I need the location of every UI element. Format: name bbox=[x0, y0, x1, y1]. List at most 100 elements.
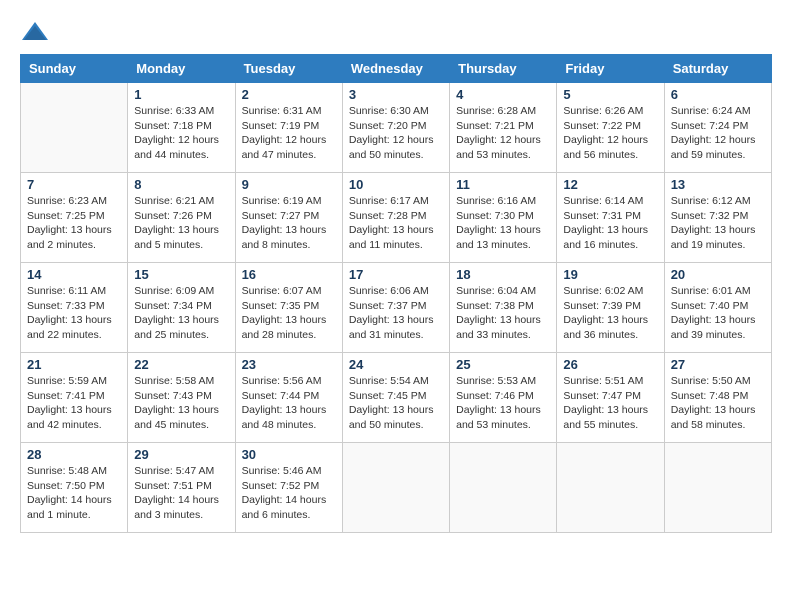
calendar-cell: 1 Sunrise: 6:33 AMSunset: 7:18 PMDaylight… bbox=[128, 83, 235, 173]
calendar-cell: 25Sunrise: 5:53 AMSunset: 7:46 PMDayligh… bbox=[450, 353, 557, 443]
day-number: 11 bbox=[456, 177, 550, 192]
day-info: Sunrise: 6:31 AMSunset: 7:19 PMDaylight:… bbox=[242, 104, 336, 163]
day-number: 4 bbox=[456, 87, 550, 102]
day-number: 14 bbox=[27, 267, 121, 282]
column-header-saturday: Saturday bbox=[664, 55, 771, 83]
day-number: 5 bbox=[563, 87, 657, 102]
logo bbox=[20, 20, 54, 44]
calendar-cell bbox=[557, 443, 664, 533]
day-number: 17 bbox=[349, 267, 443, 282]
day-number: 19 bbox=[563, 267, 657, 282]
calendar-cell: 24 Sunrise: 5:54 AMSunset: 7:45 PMDayligh… bbox=[342, 353, 449, 443]
day-info: Sunrise: 6:17 AMSunset: 7:28 PMDaylight:… bbox=[349, 194, 443, 253]
column-header-tuesday: Tuesday bbox=[235, 55, 342, 83]
day-info: Sunrise: 5:50 AMSunset: 7:48 PMDaylight:… bbox=[671, 374, 765, 433]
day-number: 28 bbox=[27, 447, 121, 462]
calendar-cell: 20 Sunrise: 6:01 AMSunset: 7:40 PMDayligh… bbox=[664, 263, 771, 353]
day-number: 2 bbox=[242, 87, 336, 102]
calendar-header-row: SundayMondayTuesdayWednesdayThursdayFrid… bbox=[21, 55, 772, 83]
day-number: 16 bbox=[242, 267, 336, 282]
day-number: 18 bbox=[456, 267, 550, 282]
day-number: 12 bbox=[563, 177, 657, 192]
calendar-cell: 28 Sunrise: 5:48 AMSunset: 7:50 PMDayligh… bbox=[21, 443, 128, 533]
calendar-cell: 3 Sunrise: 6:30 AMSunset: 7:20 PMDaylight… bbox=[342, 83, 449, 173]
day-info: Sunrise: 6:12 AMSunset: 7:32 PMDaylight:… bbox=[671, 194, 765, 253]
day-info: Sunrise: 6:23 AMSunset: 7:25 PMDaylight:… bbox=[27, 194, 121, 253]
day-info: Sunrise: 5:54 AMSunset: 7:45 PMDaylight:… bbox=[349, 374, 443, 433]
calendar-cell: 26Sunrise: 5:51 AMSunset: 7:47 PMDayligh… bbox=[557, 353, 664, 443]
calendar-cell: 13 Sunrise: 6:12 AMSunset: 7:32 PMDayligh… bbox=[664, 173, 771, 263]
calendar-cell: 5 Sunrise: 6:26 AMSunset: 7:22 PMDaylight… bbox=[557, 83, 664, 173]
calendar-cell: 9 Sunrise: 6:19 AMSunset: 7:27 PMDaylight… bbox=[235, 173, 342, 263]
calendar-cell bbox=[342, 443, 449, 533]
day-number: 8 bbox=[134, 177, 228, 192]
day-number: 3 bbox=[349, 87, 443, 102]
day-number: 26 bbox=[563, 357, 657, 372]
day-number: 30 bbox=[242, 447, 336, 462]
day-info: Sunrise: 5:56 AMSunset: 7:44 PMDaylight:… bbox=[242, 374, 336, 433]
week-row-5: 28 Sunrise: 5:48 AMSunset: 7:50 PMDayligh… bbox=[21, 443, 772, 533]
day-info: Sunrise: 6:33 AMSunset: 7:18 PMDaylight:… bbox=[134, 104, 228, 163]
day-info: Sunrise: 6:28 AMSunset: 7:21 PMDaylight:… bbox=[456, 104, 550, 163]
calendar-cell: 7Sunrise: 6:23 AMSunset: 7:25 PMDaylight… bbox=[21, 173, 128, 263]
day-number: 13 bbox=[671, 177, 765, 192]
day-info: Sunrise: 5:59 AMSunset: 7:41 PMDaylight:… bbox=[27, 374, 121, 433]
calendar-cell: 2 Sunrise: 6:31 AMSunset: 7:19 PMDaylight… bbox=[235, 83, 342, 173]
calendar-cell bbox=[450, 443, 557, 533]
calendar-cell: 19 Sunrise: 6:02 AMSunset: 7:39 PMDayligh… bbox=[557, 263, 664, 353]
day-info: Sunrise: 6:07 AMSunset: 7:35 PMDaylight:… bbox=[242, 284, 336, 343]
calendar-cell: 16 Sunrise: 6:07 AMSunset: 7:35 PMDayligh… bbox=[235, 263, 342, 353]
calendar-cell: 23 Sunrise: 5:56 AMSunset: 7:44 PMDayligh… bbox=[235, 353, 342, 443]
day-number: 21 bbox=[27, 357, 121, 372]
day-info: Sunrise: 6:01 AMSunset: 7:40 PMDaylight:… bbox=[671, 284, 765, 343]
day-info: Sunrise: 5:48 AMSunset: 7:50 PMDaylight:… bbox=[27, 464, 121, 523]
calendar-cell: 11Sunrise: 6:16 AMSunset: 7:30 PMDayligh… bbox=[450, 173, 557, 263]
day-number: 24 bbox=[349, 357, 443, 372]
logo-icon bbox=[20, 20, 50, 44]
calendar-cell: 8 Sunrise: 6:21 AMSunset: 7:26 PMDaylight… bbox=[128, 173, 235, 263]
calendar-cell: 14 Sunrise: 6:11 AMSunset: 7:33 PMDayligh… bbox=[21, 263, 128, 353]
calendar-cell: 22 Sunrise: 5:58 AMSunset: 7:43 PMDayligh… bbox=[128, 353, 235, 443]
page-header bbox=[20, 20, 772, 44]
day-info: Sunrise: 5:47 AMSunset: 7:51 PMDaylight:… bbox=[134, 464, 228, 523]
day-number: 10 bbox=[349, 177, 443, 192]
day-info: Sunrise: 6:30 AMSunset: 7:20 PMDaylight:… bbox=[349, 104, 443, 163]
day-info: Sunrise: 6:11 AMSunset: 7:33 PMDaylight:… bbox=[27, 284, 121, 343]
day-info: Sunrise: 6:19 AMSunset: 7:27 PMDaylight:… bbox=[242, 194, 336, 253]
calendar-cell: 15Sunrise: 6:09 AMSunset: 7:34 PMDayligh… bbox=[128, 263, 235, 353]
calendar-cell: 4 Sunrise: 6:28 AMSunset: 7:21 PMDaylight… bbox=[450, 83, 557, 173]
column-header-thursday: Thursday bbox=[450, 55, 557, 83]
calendar-table: SundayMondayTuesdayWednesdayThursdayFrid… bbox=[20, 54, 772, 533]
day-info: Sunrise: 6:26 AMSunset: 7:22 PMDaylight:… bbox=[563, 104, 657, 163]
day-number: 15 bbox=[134, 267, 228, 282]
day-number: 22 bbox=[134, 357, 228, 372]
day-number: 20 bbox=[671, 267, 765, 282]
day-info: Sunrise: 6:02 AMSunset: 7:39 PMDaylight:… bbox=[563, 284, 657, 343]
day-number: 23 bbox=[242, 357, 336, 372]
column-header-wednesday: Wednesday bbox=[342, 55, 449, 83]
day-number: 25 bbox=[456, 357, 550, 372]
column-header-monday: Monday bbox=[128, 55, 235, 83]
day-info: Sunrise: 5:46 AMSunset: 7:52 PMDaylight:… bbox=[242, 464, 336, 523]
day-info: Sunrise: 5:58 AMSunset: 7:43 PMDaylight:… bbox=[134, 374, 228, 433]
day-info: Sunrise: 6:24 AMSunset: 7:24 PMDaylight:… bbox=[671, 104, 765, 163]
calendar-cell bbox=[21, 83, 128, 173]
day-info: Sunrise: 6:14 AMSunset: 7:31 PMDaylight:… bbox=[563, 194, 657, 253]
calendar-cell: 18 Sunrise: 6:04 AMSunset: 7:38 PMDayligh… bbox=[450, 263, 557, 353]
calendar-cell: 30 Sunrise: 5:46 AMSunset: 7:52 PMDayligh… bbox=[235, 443, 342, 533]
week-row-4: 21 Sunrise: 5:59 AMSunset: 7:41 PMDayligh… bbox=[21, 353, 772, 443]
calendar-cell: 17 Sunrise: 6:06 AMSunset: 7:37 PMDayligh… bbox=[342, 263, 449, 353]
day-info: Sunrise: 6:04 AMSunset: 7:38 PMDaylight:… bbox=[456, 284, 550, 343]
column-header-friday: Friday bbox=[557, 55, 664, 83]
day-number: 9 bbox=[242, 177, 336, 192]
week-row-3: 14 Sunrise: 6:11 AMSunset: 7:33 PMDayligh… bbox=[21, 263, 772, 353]
day-info: Sunrise: 6:06 AMSunset: 7:37 PMDaylight:… bbox=[349, 284, 443, 343]
week-row-2: 7Sunrise: 6:23 AMSunset: 7:25 PMDaylight… bbox=[21, 173, 772, 263]
calendar-cell: 6 Sunrise: 6:24 AMSunset: 7:24 PMDaylight… bbox=[664, 83, 771, 173]
calendar-cell bbox=[664, 443, 771, 533]
day-number: 1 bbox=[134, 87, 228, 102]
day-number: 6 bbox=[671, 87, 765, 102]
calendar-cell: 27Sunrise: 5:50 AMSunset: 7:48 PMDayligh… bbox=[664, 353, 771, 443]
day-info: Sunrise: 6:21 AMSunset: 7:26 PMDaylight:… bbox=[134, 194, 228, 253]
calendar-cell: 10 Sunrise: 6:17 AMSunset: 7:28 PMDayligh… bbox=[342, 173, 449, 263]
